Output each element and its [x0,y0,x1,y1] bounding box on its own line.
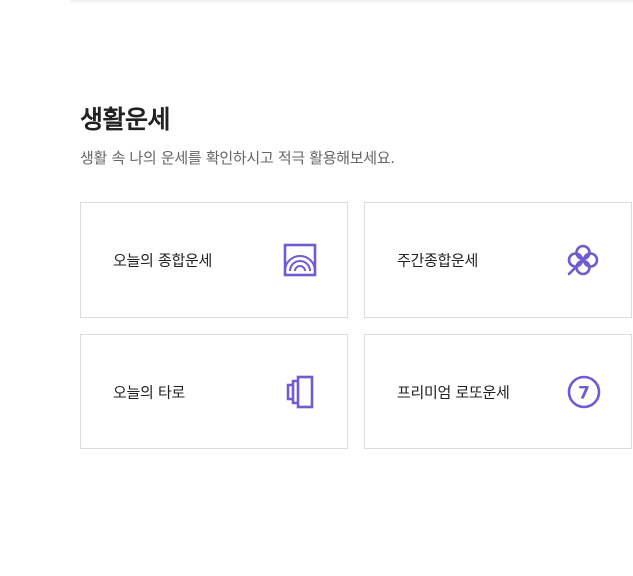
card-label: 주간종합운세 [397,251,479,270]
card-label: 프리미엄 로또운세 [397,383,510,401]
card-daily-tarot[interactable]: 오늘의 타로 [80,334,348,449]
card-premium-lotto[interactable]: 프리미엄 로또운세 7 [364,334,632,449]
top-divider [70,0,633,4]
card-weekly-fortune[interactable]: 주간종합운세 [364,202,632,318]
card-label: 오늘의 타로 [113,383,185,401]
sunrise-frame-icon [282,242,318,278]
section-title: 생활운세 [80,105,171,134]
section-description: 생활 속 나의 운세를 확인하시고 적극 활용해보세요. [80,149,395,167]
lotto-number-text: 7 [578,383,590,403]
lotto-number-seven-icon: 7 [566,374,602,410]
card-label: 오늘의 종합운세 [113,251,212,270]
clover-icon [565,242,601,278]
card-daily-fortune[interactable]: 오늘의 종합운세 [80,202,348,318]
fortune-page: 생활운세 생활 속 나의 운세를 확인하시고 적극 활용해보세요. 오늘의 종합… [0,0,633,576]
tarot-cards-icon [282,374,318,410]
